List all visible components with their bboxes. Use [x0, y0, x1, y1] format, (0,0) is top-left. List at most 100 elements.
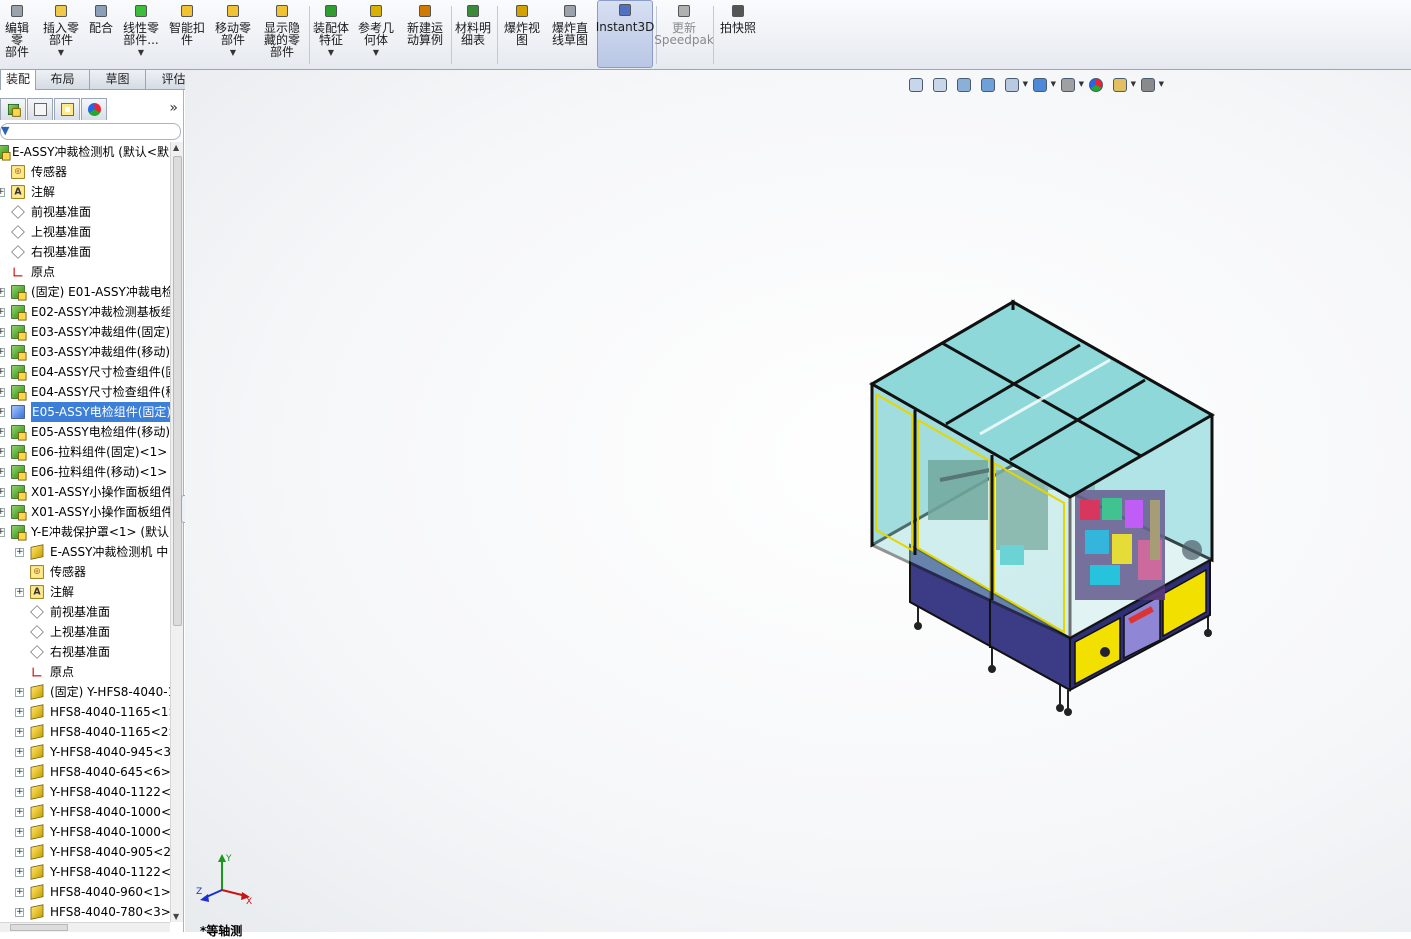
take-snapshot-button[interactable]: 拍快照 [716, 2, 760, 66]
tree-item[interactable]: + Y-HFS8-4040-1122< [0, 782, 170, 802]
tree-item[interactable]: 前视基准面 [0, 602, 170, 622]
tree-item[interactable]: + Y-HFS8-4040-945<3 [0, 742, 170, 762]
tree-item[interactable]: 右视基准面 [0, 642, 170, 662]
expand-toggle-icon[interactable]: + [0, 328, 5, 337]
expand-toggle-icon[interactable]: + [15, 548, 24, 557]
hide-show-items-icon[interactable]: ▼ [1058, 76, 1084, 94]
tree-item[interactable]: + (固定) Y-HFS8-4040-1 [0, 682, 170, 702]
dropdown-arrow-icon[interactable]: ▼ [373, 49, 379, 57]
tree-item[interactable]: + HFS8-4040-780<3> [0, 902, 170, 922]
tree-item[interactable]: + E-ASSY冲裁检测机 中 [0, 542, 170, 562]
move-component-button[interactable]: 移动零 部件 ▼ [212, 2, 254, 66]
display-manager-tab[interactable] [81, 98, 107, 120]
tree-vertical-scrollbar[interactable]: ▲ ▼ [170, 142, 183, 922]
tree-item[interactable]: + A 注解 [0, 582, 170, 602]
dropdown-arrow-icon[interactable]: ▼ [328, 49, 334, 57]
apply-scene-icon[interactable]: ▼ [1110, 76, 1136, 94]
insert-components-button[interactable]: 插入零 部件 ▼ [40, 2, 82, 66]
tree-item[interactable]: + E04-ASSY尺寸检查组件(移 [0, 382, 170, 402]
expand-toggle-icon[interactable]: + [0, 528, 5, 537]
tree-item[interactable]: + E02-ASSY冲裁检测基板组 [0, 302, 170, 322]
tree-item[interactable]: E-ASSY冲裁检测机 (默认<默 [0, 142, 170, 162]
tree-item[interactable]: + Y-HFS8-4040-1122< [0, 862, 170, 882]
tree-item[interactable]: ◎ 传感器 [0, 562, 170, 582]
previous-view-icon[interactable] [954, 76, 976, 94]
hscrollbar-thumb[interactable] [10, 924, 68, 931]
tree-item[interactable]: + E03-ASSY冲裁组件(移动) [0, 342, 170, 362]
tree-horizontal-scrollbar[interactable] [0, 922, 170, 932]
configuration-manager-tab[interactable] [54, 98, 80, 120]
scrollbar-thumb[interactable] [173, 156, 182, 626]
expand-toggle-icon[interactable]: + [0, 448, 5, 457]
tree-item[interactable]: + Y-HFS8-4040-1000< [0, 822, 170, 842]
expand-toggle-icon[interactable]: + [15, 748, 24, 757]
filter-icon[interactable]: ▼ [1, 125, 11, 136]
tree-item[interactable]: + A 注解 [0, 182, 170, 202]
mate-button[interactable]: 配合 [84, 2, 118, 66]
view-settings-icon[interactable]: ▼ [1138, 76, 1164, 94]
tree-item[interactable]: + HFS8-4040-1165<2> [0, 722, 170, 742]
linear-pattern-button[interactable]: 线性零 部件... ▼ [120, 2, 162, 66]
expand-toggle-icon[interactable]: + [0, 508, 5, 517]
expand-toggle-icon[interactable]: + [0, 428, 5, 437]
view-orientation-icon[interactable]: ▼ [1002, 76, 1028, 94]
expand-toggle-icon[interactable]: + [0, 288, 5, 297]
expand-toggle-icon[interactable]: + [15, 888, 24, 897]
tree-item[interactable]: + E06-拉料组件(固定)<1> [0, 442, 170, 462]
expand-toggle-icon[interactable]: + [0, 368, 5, 377]
tree-item[interactable]: + E04-ASSY尺寸检查组件(固 [0, 362, 170, 382]
expand-toggle-icon[interactable]: + [0, 348, 5, 357]
tree-item[interactable]: ◎ 传感器 [0, 162, 170, 182]
tree-item[interactable]: + HFS8-4040-960<1> [0, 882, 170, 902]
expand-toggle-icon[interactable]: + [15, 828, 24, 837]
exploded-view-button[interactable]: 爆炸视 图 [500, 2, 544, 66]
tree-item[interactable]: + X01-ASSY小操作面板组件 [0, 482, 170, 502]
feature-manager-tab[interactable] [0, 98, 26, 120]
tree-item[interactable]: 原点 [0, 262, 170, 282]
dropdown-arrow-icon[interactable]: ▼ [58, 49, 64, 57]
tree-item[interactable]: + HFS8-4040-645<6> [0, 762, 170, 782]
expand-toggle-icon[interactable]: + [15, 808, 24, 817]
tree-item[interactable]: 原点 [0, 662, 170, 682]
expand-toggle-icon[interactable]: + [0, 188, 5, 197]
tree-item[interactable]: + Y-E冲裁保护罩<1> (默认 [0, 522, 170, 542]
expand-toggle-icon[interactable]: + [15, 768, 24, 777]
expand-toggle-icon[interactable]: + [15, 788, 24, 797]
new-motion-study-button[interactable]: 新建运 动算例 [402, 2, 448, 66]
tab-2[interactable]: 草图 [89, 70, 146, 90]
tree-item[interactable]: + (固定) E01-ASSY冲裁电检 [0, 282, 170, 302]
display-style-icon[interactable]: ▼ [1030, 76, 1056, 94]
reference-geometry-button[interactable]: 参考几 何体 ▼ [354, 2, 398, 66]
expand-toggle-icon[interactable]: + [0, 468, 5, 477]
expand-toggle-icon[interactable]: + [15, 728, 24, 737]
instant3d-button[interactable]: Instant3D [596, 0, 654, 68]
expand-toggle-icon[interactable]: + [0, 308, 5, 317]
tab-1[interactable]: 布局 [35, 70, 90, 90]
tree-item[interactable]: + E06-拉料组件(移动)<1> [0, 462, 170, 482]
explode-line-sketch-button[interactable]: 爆炸直 线草图 [546, 2, 594, 66]
bill-of-materials-button[interactable]: 材料明 细表 [452, 2, 494, 66]
expand-toggle-icon[interactable]: + [15, 848, 24, 857]
scroll-down-arrow-icon[interactable]: ▼ [173, 912, 179, 921]
zoom-to-fit-icon[interactable] [906, 76, 928, 94]
zoom-to-area-icon[interactable] [930, 76, 952, 94]
section-view-icon[interactable] [978, 76, 1000, 94]
tree-item[interactable]: + E03-ASSY冲裁组件(固定) [0, 322, 170, 342]
expand-toggle-icon[interactable]: + [0, 388, 5, 397]
tab-0[interactable]: 装配体 [0, 70, 36, 105]
tree-item[interactable]: 上视基准面 [0, 222, 170, 242]
expand-toggle-icon[interactable]: + [0, 408, 5, 417]
dropdown-arrow-icon[interactable]: ▼ [230, 49, 236, 57]
expand-toggle-icon[interactable]: + [0, 488, 5, 497]
dropdown-arrow-icon[interactable]: ▼ [138, 49, 144, 57]
expand-toggle-icon[interactable]: + [15, 688, 24, 697]
graphics-area[interactable]: ▼ ▼ ▼ ▼ ▼ Y X Z [185, 70, 1411, 932]
tree-item[interactable]: + Y-HFS8-4040-1000< [0, 802, 170, 822]
tree-item[interactable]: + HFS8-4040-1165<1> [0, 702, 170, 722]
expand-toggle-icon[interactable]: + [15, 868, 24, 877]
expand-toggle-icon[interactable]: + [15, 588, 24, 597]
scroll-up-arrow-icon[interactable]: ▲ [173, 143, 179, 152]
tree-filter-field[interactable]: ▼ [0, 123, 181, 140]
assembly-model-view[interactable] [185, 70, 1411, 932]
edit-appearance-icon[interactable] [1086, 76, 1108, 94]
